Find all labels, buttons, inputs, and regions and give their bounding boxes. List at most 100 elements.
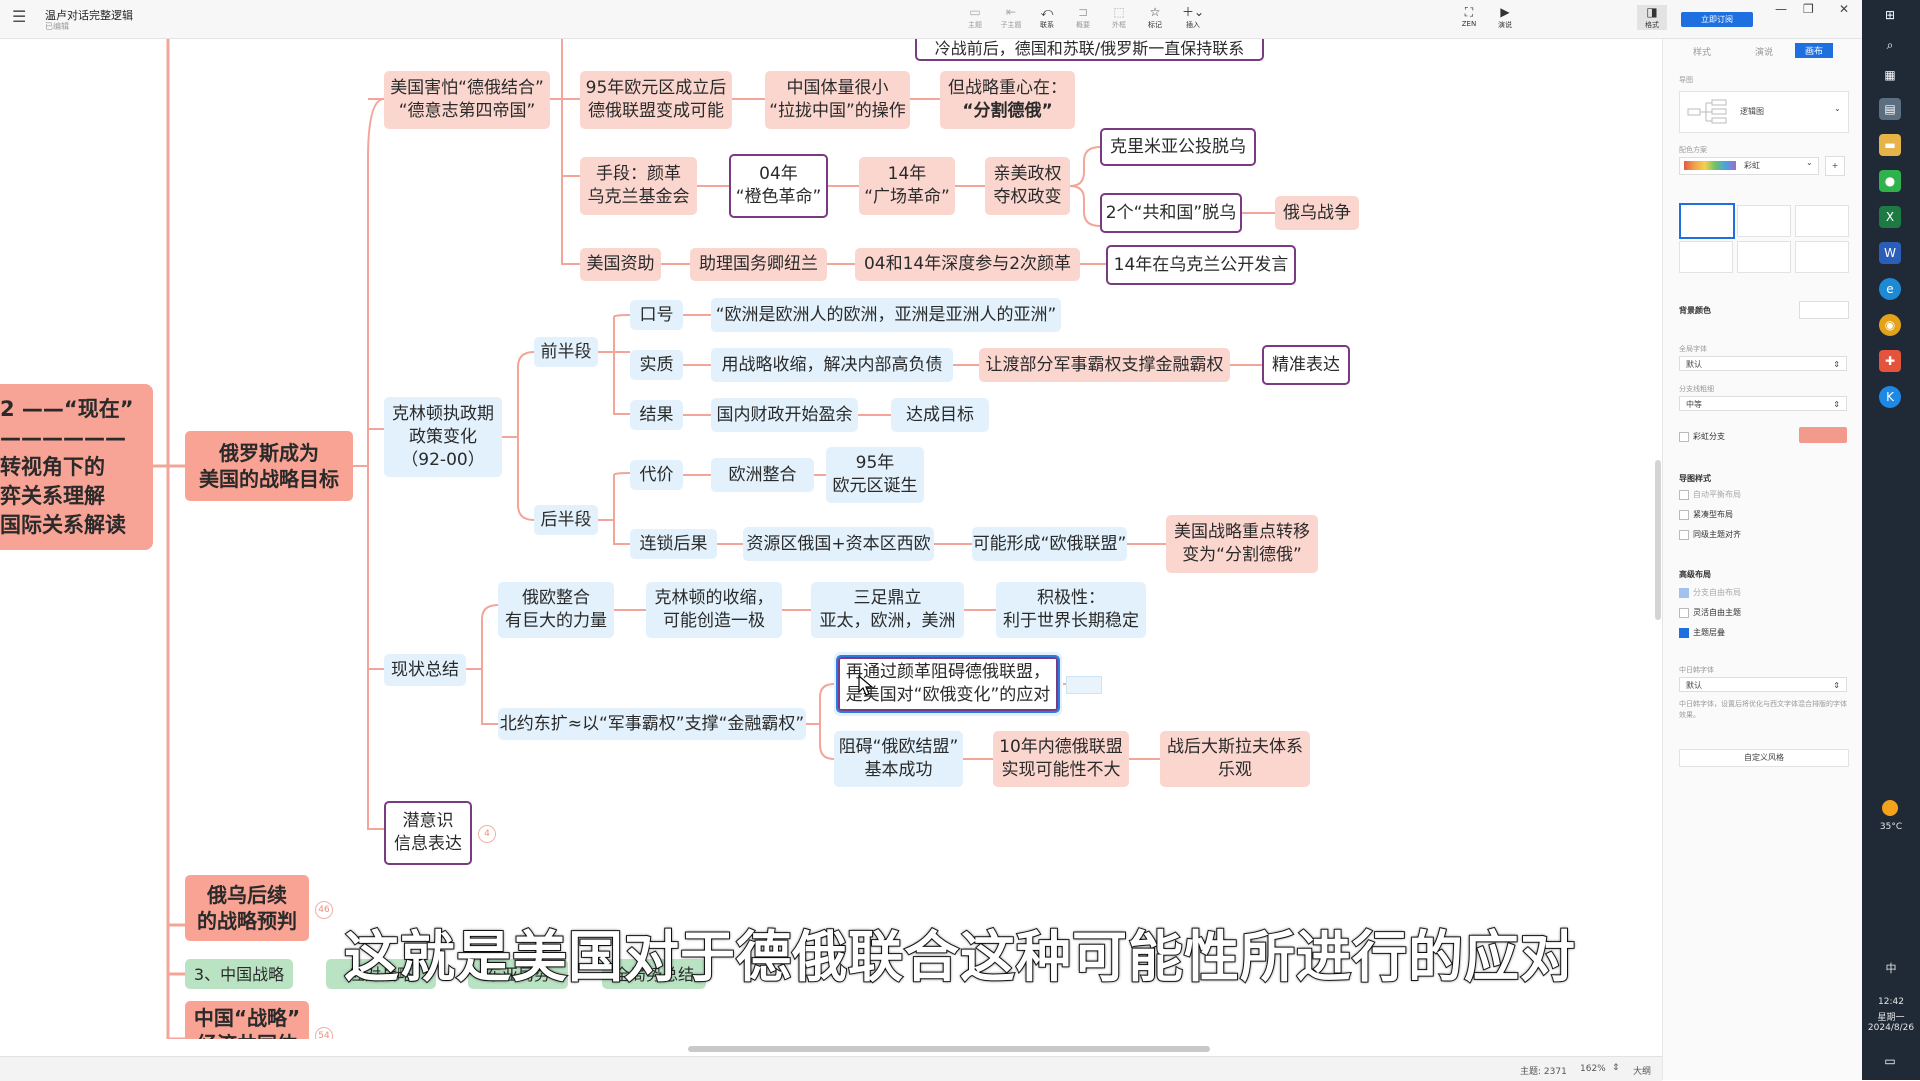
topic-euro-born[interactable]: 95年 欧元区诞生 [826,447,924,503]
main-topic-russia[interactable]: 俄罗斯成为 美国的战略目标 [185,431,353,501]
topic-block-union[interactable]: 阻碍“俄欧结盟” 基本成功 [834,731,963,787]
topic-ru-eu-integration[interactable]: 俄欧整合 有巨大的力量 [498,582,614,638]
subscribe-button[interactable]: 立即订阅 [1681,12,1753,27]
chrome-icon[interactable]: ◉ [1879,314,1901,336]
topic-pro-us-regime[interactable]: 亲美政权 夺权政变 [985,157,1070,215]
topic-clinton-shrink[interactable]: 克林顿的收缩， 可能创造一极 [646,582,782,638]
topic-crimea[interactable]: 克里米亚公投脱乌 [1100,128,1256,166]
theme-thumb[interactable] [1679,241,1733,273]
topic-orange-revolution[interactable]: 04年 “橙色革命” [729,154,828,218]
branch-width-select[interactable]: 中等 ⇕ [1679,396,1847,411]
topic-chain-effect[interactable]: 连锁后果 [630,529,717,559]
app-k-icon[interactable]: K [1879,386,1901,408]
topic-us-funding[interactable]: 美国资助 [580,248,661,281]
xmind-icon[interactable]: ✚ [1879,350,1901,372]
topic-ru-ua-war[interactable]: 俄乌战争 [1275,196,1359,230]
topic-square-revolution[interactable]: 14年 “广场革命” [859,157,955,215]
font-select[interactable]: 默认 ⇕ [1679,356,1847,371]
topic-slogan[interactable]: 口号 [630,300,683,330]
topic-clinton-policy[interactable]: 克林顿执政期 政策变化 （92-00） [384,397,502,477]
topic-speech-ukraine[interactable]: 14年在乌克兰公开发言 [1106,245,1296,285]
zen-button[interactable]: ⛶ ZEN [1454,5,1484,28]
structure-select[interactable]: 逻辑图 ⌄ [1679,91,1849,133]
topic-eu-integration[interactable]: 欧洲整合 [711,458,814,492]
topic-button[interactable]: ▭ 主题 [960,5,990,30]
zoom-stepper-icon[interactable]: ⇕ [1612,1063,1620,1073]
format-button[interactable]: ◨ 格式 [1637,5,1667,30]
root-topic[interactable]: 2 ——“现在” —————— 转视角下的 弈关系理解 国际关系解读 [0,384,153,550]
topic-cost[interactable]: 代价 [630,460,683,490]
topic-possible-union[interactable]: 可能形成“欧俄联盟” [972,527,1127,561]
topic-euro-zone[interactable]: 95年欧元区成立后 德俄联盟变成可能 [580,71,732,129]
app-icon[interactable]: ▤ [1879,98,1901,120]
word-icon[interactable]: W [1879,242,1901,264]
minimize-icon[interactable]: — [1775,2,1787,16]
search-icon[interactable]: ⌕ [1879,34,1901,56]
auto-balance-checkbox[interactable]: 自动平衡布局 [1679,489,1741,500]
topic-china-economy[interactable]: 中国“战略” 经济共同体 [185,1001,309,1039]
topic-china-size[interactable]: 中国体量很小 “拉拢中国”的操作 [765,71,910,129]
folder-icon[interactable]: ▬ [1879,134,1901,156]
horizontal-scrollbar[interactable] [688,1046,1210,1052]
topic-us-fear[interactable]: 美国害怕“德俄结合” “德意志第四帝国” [384,71,550,129]
rainbow-branch-checkbox[interactable]: 彩虹分支 [1679,431,1725,442]
topic-nuland[interactable]: 助理国务卿纽兰 [690,248,827,281]
taskview-icon[interactable]: ▦ [1879,64,1901,86]
compact-layout-checkbox[interactable]: 紧凑型布局 [1679,509,1733,520]
topic-second-half[interactable]: 后半段 [534,505,598,535]
menu-icon[interactable]: ☰ [12,9,28,25]
topic-first-half[interactable]: 前半段 [534,337,598,367]
topic-means[interactable]: 手段：颜革 乌克兰基金会 [580,157,697,215]
notification-icon[interactable]: ▭ [1879,1050,1901,1072]
bg-color-picker[interactable] [1799,301,1849,319]
topic-essence[interactable]: 实质 [630,350,683,380]
edge-icon[interactable]: e [1879,278,1901,300]
topic-essence-text[interactable]: 用战略收缩，解决内部高负债 [711,348,953,382]
topic-strategy-focus[interactable]: 但战略重心在： “分割德俄” [940,71,1075,129]
relation-button[interactable]: ⤺ 联系 [1032,5,1062,30]
color-scheme-select[interactable]: 彩虹 ⌄ [1679,157,1819,175]
boundary-button[interactable]: ⬚ 外框 [1104,5,1134,30]
summary-button[interactable]: ⊐ 概要 [1068,5,1098,30]
cjk-font-select[interactable]: 默认 ⇕ [1679,677,1847,692]
topic-surplus[interactable]: 国内财政开始盈余 [711,398,858,432]
topic-tripod[interactable]: 三足鼎立 亚太，欧洲，美洲 [811,582,964,638]
topic-resource-capital[interactable]: 资源区俄国+资本区西欧 [743,527,934,561]
excel-icon[interactable]: X [1879,206,1901,228]
marker-button[interactable]: ☆ 标记 [1140,5,1170,30]
align-siblings-checkbox[interactable]: 同级主题对齐 [1679,529,1741,540]
present-button[interactable]: ▶ 演说 [1490,5,1520,30]
topic-two-republics[interactable]: 2个“共和国”脱乌 [1100,193,1242,233]
close-icon[interactable]: ✕ [1839,2,1849,16]
add-scheme-icon[interactable]: + [1825,156,1845,176]
custom-style-button[interactable]: 自定义风格 [1679,749,1849,767]
outline-toggle[interactable]: 大纲 [1633,1064,1651,1077]
topic-strategy-shift[interactable]: 美国战略重点转移 变为“分割德俄” [1166,515,1318,573]
tab-style[interactable]: 样式 [1693,45,1711,58]
topic-ten-years[interactable]: 10年内德俄联盟 实现可能性不大 [993,731,1129,787]
theme-thumb[interactable] [1737,205,1791,237]
theme-thumb[interactable] [1737,241,1791,273]
topic-slavic-system[interactable]: 战后大斯拉夫体系 乐观 [1160,731,1310,787]
topic-result[interactable]: 结果 [630,400,683,430]
topic-deep-involvement[interactable]: 04和14年深度参与2次颜革 [855,248,1080,281]
theme-thumb[interactable] [1795,241,1849,273]
theme-thumb[interactable] [1795,205,1849,237]
topic-subconscious[interactable]: 潜意识 信息表达 [384,801,472,865]
mindmap-canvas[interactable]: 2 ——“现在” —————— 转视角下的 弈关系理解 国际关系解读 俄罗斯成为… [0,39,1652,1039]
topic-slogan-text[interactable]: “欧洲是欧洲人的欧洲，亚洲是亚洲人的亚洲” [711,298,1061,332]
rainbow-branch-color[interactable] [1799,427,1847,443]
tab-present[interactable]: 演说 [1755,45,1773,58]
ime-indicator[interactable]: 中 [1862,960,1920,976]
clock-time[interactable]: 12:42 [1862,997,1920,1007]
theme-thumb[interactable] [1679,203,1735,239]
weather-temp[interactable]: 35°C [1862,822,1920,832]
topic-nato-expansion[interactable]: 北约东扩≈以“军事霸权”支撑“金融霸权” [498,708,806,740]
wechat-icon[interactable]: ● [1879,170,1901,192]
zoom-level[interactable]: 162% [1580,1064,1606,1074]
restore-icon[interactable]: ❐ [1803,2,1814,16]
windows-icon[interactable]: ⊞ [1879,4,1901,26]
tab-canvas[interactable]: 画布 [1795,43,1834,58]
topic-overlap-checkbox[interactable]: 主题层叠 [1679,627,1725,638]
topic-positive[interactable]: 积极性： 利于世界长期稳定 [996,582,1146,638]
